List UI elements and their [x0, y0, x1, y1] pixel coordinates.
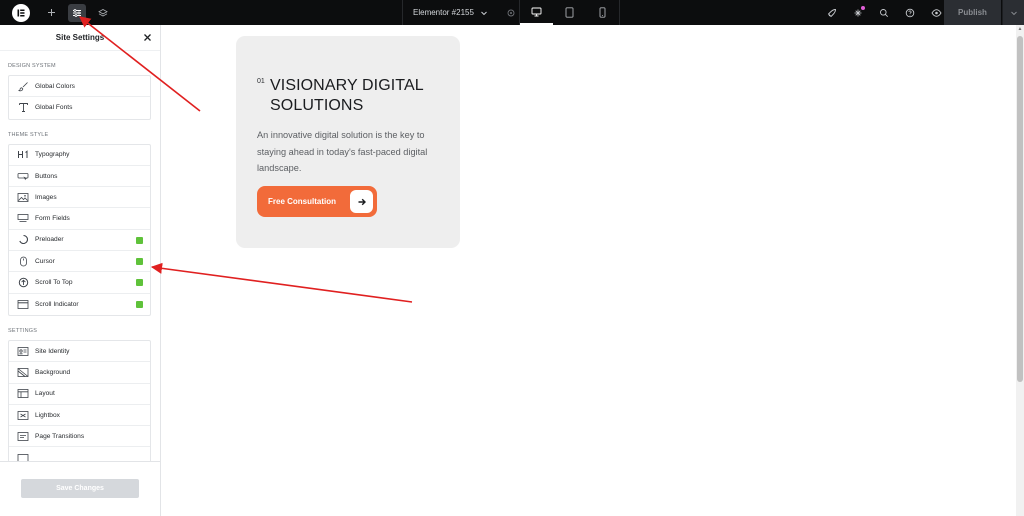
chevron-down-icon — [1010, 11, 1017, 15]
sidebar-item-background[interactable]: Background — [9, 362, 150, 384]
pro-badge-icon — [136, 300, 143, 308]
panel-footer: Save Changes — [0, 461, 160, 516]
typeface-icon — [17, 102, 29, 114]
save-changes-button[interactable]: Save Changes — [21, 479, 139, 498]
sliders-icon[interactable] — [68, 3, 86, 22]
design-system-group: Global Colors Global Fonts — [8, 75, 151, 120]
chevron-down-icon — [481, 11, 487, 15]
heading-icon — [17, 149, 29, 161]
sidebar-item-layout[interactable]: Layout — [9, 384, 150, 405]
preview-canvas[interactable]: 01 VISIONARY DIGITAL SOLUTIONS An innova… — [161, 25, 1024, 516]
arrow-right-icon — [350, 190, 373, 213]
background-icon — [17, 366, 29, 378]
close-icon[interactable] — [141, 31, 153, 43]
responsive-mode-switcher — [520, 0, 620, 25]
pro-badge-icon — [136, 236, 143, 244]
sidebar-item-label: Page Transitions — [35, 432, 85, 440]
sidebar-item-scroll-to-top[interactable]: Scroll To Top — [9, 272, 150, 294]
section-label-theme-style: THEME STYLE — [8, 131, 49, 138]
rocket-icon[interactable] — [824, 5, 840, 21]
sidebar-item-form-fields[interactable]: Form Fields — [9, 208, 150, 230]
transition-icon — [17, 430, 29, 442]
section-label-settings: SETTINGS — [8, 327, 38, 334]
id-card-icon — [17, 345, 29, 357]
settings-group: Site Identity Background Layout Lightbox… — [8, 339, 151, 462]
document-title-menu[interactable]: Elementor #2155 — [402, 0, 520, 25]
site-settings-panel: Site Settings DESIGN SYSTEM Global Color… — [0, 25, 161, 516]
scrollbar[interactable]: ▲ — [1016, 25, 1024, 516]
sidebar-item-label: Typography — [35, 151, 70, 159]
card-heading: VISIONARY DIGITAL SOLUTIONS — [270, 77, 424, 114]
sidebar-item-label: Form Fields — [35, 215, 70, 223]
window-icon — [17, 298, 29, 310]
document-title: Elementor #2155 — [413, 8, 474, 17]
sidebar-item-label: Buttons — [35, 172, 58, 180]
sidebar-item-label: Layout — [35, 390, 55, 398]
sidebar-item-label: Scroll Indicator — [35, 300, 79, 308]
tablet-icon[interactable] — [553, 0, 586, 25]
sidebar-item-cursor[interactable]: Cursor — [9, 251, 150, 273]
sidebar-item-global-colors[interactable]: Global Colors — [9, 76, 150, 98]
panel-header: Site Settings — [0, 25, 160, 51]
sidebar-item-label: Lightbox — [35, 411, 60, 419]
sidebar-item-site-identity[interactable]: Site Identity — [9, 341, 150, 363]
image-icon — [17, 191, 29, 203]
section-label-design-system: DESIGN SYSTEM — [8, 63, 56, 69]
sidebar-item-label: Images — [35, 193, 57, 201]
mouse-icon — [17, 255, 29, 267]
layers-icon[interactable] — [94, 4, 112, 22]
cta-label: Free Consultation — [268, 197, 337, 206]
pro-badge-icon — [136, 258, 143, 266]
gear-icon[interactable] — [506, 8, 516, 18]
sidebar-item-images[interactable]: Images — [9, 187, 150, 209]
sidebar-item-label: Scroll To Top — [35, 279, 73, 287]
panel-title: Site Settings — [55, 33, 105, 42]
sidebar-item-label: Background — [35, 368, 71, 376]
sidebar-item-page-transitions[interactable]: Page Transitions — [9, 426, 150, 448]
sidebar-item-preloader[interactable]: Preloader — [9, 230, 150, 252]
form-icon — [17, 213, 29, 225]
button-icon — [17, 170, 29, 182]
sidebar-item-label: Global Fonts — [35, 104, 73, 112]
scrollbar-thumb[interactable] — [1017, 36, 1023, 382]
free-consultation-button[interactable]: Free Consultation — [257, 186, 377, 217]
sidebar-item-typography[interactable]: Typography — [9, 145, 150, 166]
sparkle-icon[interactable] — [850, 5, 866, 21]
pro-badge-icon — [136, 279, 143, 287]
sidebar-item-label: Cursor — [35, 257, 55, 265]
sidebar-item-partial[interactable] — [9, 447, 150, 462]
spinner-icon — [17, 234, 29, 246]
sidebar-item-label: Site Identity — [35, 347, 70, 355]
panel-content[interactable]: DESIGN SYSTEM Global Colors Global Fonts… — [0, 52, 160, 462]
top-bar-left — [0, 0, 112, 25]
desktop-icon[interactable] — [520, 0, 553, 25]
card-description: An innovative digital solution is the ke… — [257, 130, 428, 173]
publish-button[interactable]: Publish — [944, 0, 1001, 25]
eye-icon[interactable] — [928, 5, 944, 21]
sidebar-item-lightbox[interactable]: Lightbox — [9, 405, 150, 427]
top-bar: Elementor #2155 Publish — [0, 0, 1024, 25]
elementor-logo-icon[interactable] — [12, 3, 30, 22]
lightbox-icon — [17, 409, 29, 421]
layout-icon — [17, 388, 29, 400]
sidebar-item-label: Preloader — [35, 236, 64, 244]
brush-icon — [17, 80, 29, 92]
top-bar-right-tools — [824, 0, 944, 25]
help-icon[interactable] — [902, 5, 918, 21]
hero-card[interactable]: 01 VISIONARY DIGITAL SOLUTIONS An innova… — [236, 36, 460, 248]
search-icon[interactable] — [876, 5, 892, 21]
publish-options-button[interactable] — [1002, 0, 1024, 25]
elementor-editor: Elementor #2155 Publish Site Settings DE… — [0, 0, 1024, 516]
sidebar-item-scroll-indicator[interactable]: Scroll Indicator — [9, 294, 150, 315]
scroll-up-arrow-icon[interactable]: ▲ — [1017, 26, 1023, 32]
sidebar-item-global-fonts[interactable]: Global Fonts — [9, 97, 150, 118]
card-number: 01 — [257, 78, 265, 85]
sidebar-item-label: Global Colors — [35, 82, 75, 90]
sidebar-item-buttons[interactable]: Buttons — [9, 166, 150, 188]
theme-style-group: Typography Buttons Images Form Fields Pr… — [8, 143, 151, 316]
notification-dot — [861, 5, 865, 10]
plus-icon[interactable] — [42, 4, 60, 22]
arrow-up-circle-icon — [17, 277, 29, 289]
mobile-icon[interactable] — [586, 0, 619, 25]
